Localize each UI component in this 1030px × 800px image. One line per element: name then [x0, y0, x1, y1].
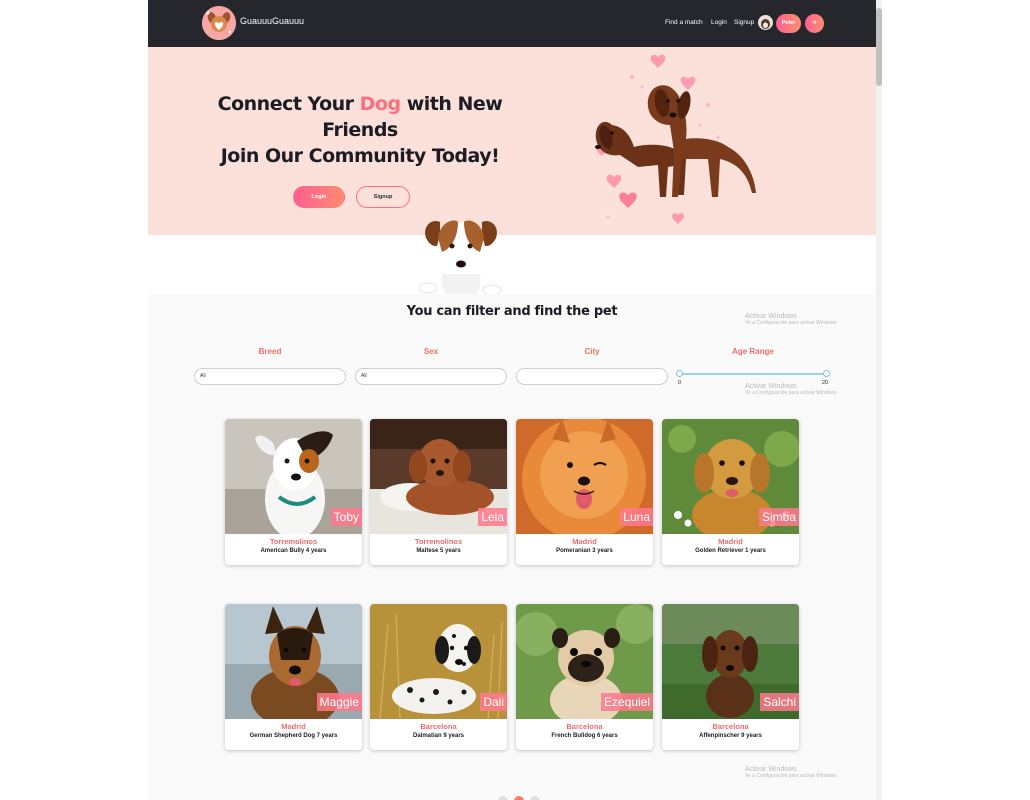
filter-title: You can filter and find the pet — [406, 304, 618, 319]
nav-link-login[interactable]: Login — [711, 19, 727, 26]
page-dot-active[interactable] — [514, 796, 524, 800]
pet-card[interactable]: Maggie Madrid German Shepherd Dog 7 year… — [225, 604, 362, 750]
logo[interactable] — [202, 6, 236, 40]
pet-name: Salchi — [760, 693, 799, 711]
pet-city: Torremolinos — [269, 537, 318, 546]
hero-banner: Connect Your Dog with New Friends Join O… — [148, 47, 876, 235]
filter-section: You can filter and find the pet Breed Se… — [148, 294, 876, 800]
pet-description: Pomeranian 3 years — [556, 548, 613, 554]
hero-title-part1: Connect Your — [217, 93, 360, 115]
pet-city: Madrid — [718, 537, 743, 546]
pet-name: Dali — [480, 693, 507, 711]
pet-description: German Shepherd Dog 7 years — [249, 733, 338, 739]
pet-name: Toby — [330, 508, 362, 526]
dog-avatar-icon — [758, 15, 773, 30]
pet-name: Ezequiel — [600, 693, 653, 711]
brand-name[interactable]: GuauuuGuauuu — [240, 16, 304, 26]
pet-card[interactable]: Ezequiel Barcelona French Bulldog 6 year… — [516, 604, 653, 750]
logout-button[interactable]: ➩ — [805, 14, 824, 33]
pet-card[interactable]: Toby Torremolinos American Bully 4 years — [225, 419, 362, 565]
pet-card[interactable]: Simba Madrid Golden Retriever 1 years — [662, 419, 799, 565]
age-range-slider[interactable]: 0 20 — [676, 370, 830, 390]
pet-name: Luna — [620, 508, 653, 526]
pet-description: American Bully 4 years — [260, 548, 327, 554]
age-min-handle[interactable] — [676, 370, 683, 377]
age-range-track[interactable] — [678, 373, 828, 375]
scrollbar[interactable] — [876, 0, 882, 800]
pet-name: Leia — [478, 508, 507, 526]
sex-label: Sex — [423, 347, 439, 356]
pet-name: Simba — [758, 508, 799, 526]
hero-title: Connect Your Dog with New Friends Join O… — [210, 91, 510, 169]
pet-city: Barcelona — [420, 722, 457, 731]
age-min-value: 0 — [678, 380, 682, 386]
pet-city: Madrid — [572, 537, 597, 546]
pet-card[interactable]: Salchi Barcelona Affenpinscher 9 years — [662, 604, 799, 750]
pet-description: French Bulldog 6 years — [551, 733, 618, 739]
avatar[interactable] — [758, 15, 773, 30]
pet-description: Maltese 5 years — [416, 548, 461, 554]
page-dot[interactable] — [530, 796, 540, 800]
pet-city: Barcelona — [566, 722, 603, 731]
page-dot[interactable] — [498, 796, 508, 800]
pagination — [478, 796, 558, 800]
age-max-handle[interactable] — [823, 370, 830, 377]
user-button[interactable]: Peter — [776, 14, 801, 33]
pet-card[interactable]: Leia Torremolinos Maltese 5 years — [370, 419, 507, 565]
dachshunds-hearts-illustration — [595, 54, 756, 224]
pet-description: Dalmatian 9 years — [412, 733, 465, 739]
nav-link-signup[interactable]: Signup — [734, 19, 754, 26]
dog-heart-logo-icon — [202, 6, 236, 40]
pet-name: Maggie — [316, 693, 362, 711]
city-label: City — [584, 347, 600, 356]
city-input[interactable] — [516, 368, 668, 385]
scrollbar-thumb[interactable] — [876, 8, 882, 86]
pet-city: Torremolinos — [414, 537, 463, 546]
pet-description: Affenpinscher 9 years — [699, 733, 762, 739]
hero-title-line2: Join Our Community Today! — [220, 145, 500, 167]
age-max-value: 20 — [822, 380, 829, 386]
hero-signup-button[interactable]: Signup — [356, 186, 410, 208]
jack-russell-illustration — [418, 220, 502, 302]
hero-title-accent: Dog — [359, 93, 401, 115]
pet-city: Barcelona — [712, 722, 749, 731]
pet-card[interactable]: Luna Madrid Pomeranian 3 years — [516, 419, 653, 565]
age-range-label: Age Range — [732, 347, 774, 356]
breed-label: Breed — [258, 347, 282, 356]
hero-login-button[interactable]: Login — [293, 186, 345, 208]
pet-description: Golden Retriever 1 years — [695, 548, 766, 554]
sex-select[interactable]: All — [355, 368, 507, 385]
breed-select[interactable]: All — [194, 368, 346, 385]
navbar: GuauuuGuauuu Find a match Login Signup P… — [148, 0, 876, 47]
nav-link-find-match[interactable]: Find a match — [665, 19, 703, 26]
pet-card[interactable]: Dali Barcelona Dalmatian 9 years — [370, 604, 507, 750]
page: GuauuuGuauuu Find a match Login Signup P… — [148, 0, 876, 800]
pet-city: Madrid — [281, 722, 306, 731]
